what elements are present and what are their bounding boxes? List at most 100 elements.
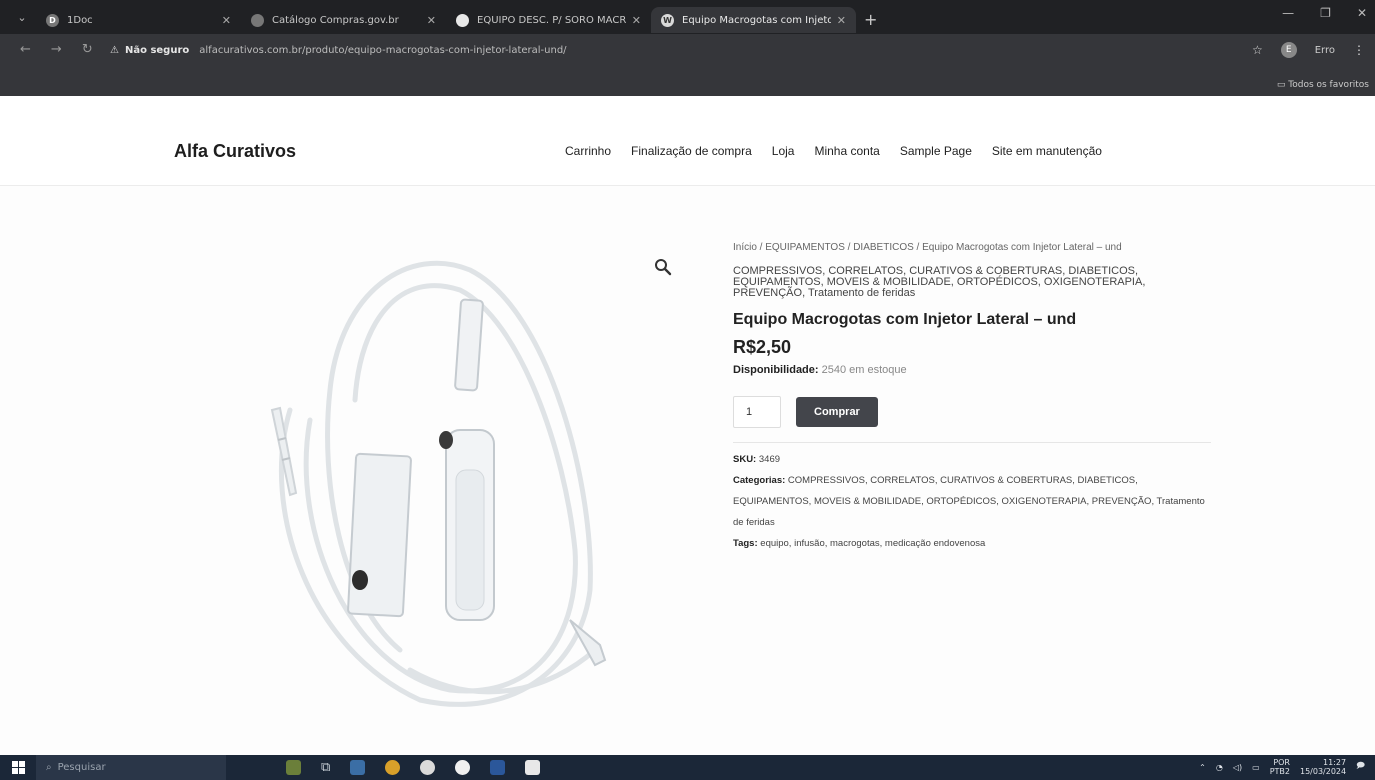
- close-tab-icon[interactable]: ✕: [632, 14, 641, 27]
- site-header: Alfa Curativos Carrinho Finalização de c…: [0, 96, 1375, 186]
- system-tray: ⌃ ◔ ◁) ▭ POR PTB2 11:27 15/03/2024 🗩: [1199, 758, 1365, 776]
- tags-row: Tags: equipo, infusão, macrogotas, medic…: [733, 533, 1213, 554]
- chrome-icon[interactable]: [420, 760, 436, 775]
- screen: ⌄ D 1Doc ✕ Catálogo Compras.gov.br ✕ EQU…: [0, 0, 1375, 780]
- tab-title: 1Doc: [67, 14, 93, 26]
- taskbar-search[interactable]: ⌕ Pesquisar: [36, 755, 226, 780]
- product-image[interactable]: [250, 250, 670, 720]
- sku-value: 3469: [758, 454, 781, 465]
- minimize-icon[interactable]: —: [1282, 6, 1294, 20]
- chevron-up-icon[interactable]: ⌃: [1199, 763, 1206, 772]
- browser-tab-2[interactable]: Catálogo Compras.gov.br ✕: [241, 7, 446, 33]
- app-icon[interactable]: [385, 760, 401, 775]
- menu-kebab-icon[interactable]: ⋮: [1353, 43, 1365, 57]
- product-price: R$2,50: [733, 337, 792, 357]
- iv-set-illustration: [270, 260, 607, 707]
- tab-favicon-icon: D: [46, 13, 59, 27]
- product-categories-list[interactable]: COMPRESSIVOS, CORRELATOS, CURATIVOS & CO…: [733, 266, 1213, 299]
- url-text[interactable]: alfacurativos.com.br/produto/equipo-macr…: [199, 45, 566, 56]
- keyboard-layout: PTB2: [1269, 767, 1290, 776]
- close-tab-icon[interactable]: ✕: [427, 14, 436, 27]
- tab-title: EQUIPO DESC. P/ SORO MACR: [477, 14, 626, 26]
- tab-title: Catálogo Compras.gov.br: [272, 14, 399, 26]
- notepad-icon[interactable]: [525, 760, 541, 775]
- main-navigation: Carrinho Finalização de compra Loja Minh…: [565, 144, 1102, 158]
- widgets-icon[interactable]: [286, 760, 301, 775]
- forward-icon[interactable]: →: [51, 42, 62, 57]
- product-meta: SKU: 3469 Categorias: COMPRESSIVOS, CORR…: [733, 449, 1213, 554]
- product-title: Equipo Macrogotas com Injetor Lateral – …: [733, 311, 1077, 328]
- site-title[interactable]: Alfa Curativos: [174, 141, 296, 162]
- clock-time: 11:27: [1323, 758, 1347, 767]
- availability-label: Disponibilidade:: [733, 364, 819, 376]
- tags-label: Tags:: [733, 538, 758, 549]
- categories-row: Categorias: COMPRESSIVOS, CORRELATOS, CU…: [733, 470, 1213, 533]
- sku-label: SKU:: [733, 454, 757, 465]
- stock-availability: Disponibilidade: 2540 em estoque: [733, 364, 1213, 376]
- breadcrumb[interactable]: Início / EQUIPAMENTOS / DIABETICOS / Equ…: [733, 238, 1213, 258]
- clock-date: 15/03/2024: [1300, 767, 1347, 776]
- word-icon[interactable]: [490, 760, 506, 775]
- nav-link-manutencao[interactable]: Site em manutenção: [992, 144, 1102, 158]
- language-code: POR: [1273, 758, 1290, 767]
- clock[interactable]: 11:27 15/03/2024: [1300, 758, 1346, 776]
- nav-link-minha-conta[interactable]: Minha conta: [814, 144, 879, 158]
- quantity-input[interactable]: [733, 396, 781, 428]
- back-icon[interactable]: ←: [20, 42, 31, 57]
- tab-favicon-icon: [251, 13, 264, 27]
- sku-row: SKU: 3469: [733, 449, 1213, 470]
- windows-taskbar: ⌕ Pesquisar ⧉ ⌃ ◔ ◁) ▭ POR PTB2 11:27 15…: [0, 755, 1375, 780]
- browser-tab-1[interactable]: D 1Doc ✕: [36, 7, 241, 33]
- close-tab-icon[interactable]: ✕: [222, 14, 231, 27]
- browser-tab-bar: ⌄ D 1Doc ✕ Catálogo Compras.gov.br ✕ EQU…: [0, 0, 1375, 34]
- network-icon[interactable]: ◔: [1216, 763, 1223, 772]
- all-bookmarks-button[interactable]: ▭ Todos os favoritos: [1277, 80, 1369, 90]
- taskbar-apps: ⧉: [286, 760, 541, 775]
- nav-link-loja[interactable]: Loja: [772, 144, 795, 158]
- tags-value[interactable]: equipo, infusão, macrogotas, medicação e…: [760, 538, 985, 549]
- explorer-icon[interactable]: [350, 760, 366, 775]
- browser-tab-active[interactable]: W Equipo Macrogotas com Injeto ✕: [651, 7, 856, 33]
- product-summary: Início / EQUIPAMENTOS / DIABETICOS / Equ…: [733, 238, 1213, 554]
- reload-icon[interactable]: ↻: [82, 42, 93, 57]
- nav-link-sample-page[interactable]: Sample Page: [900, 144, 972, 158]
- address-bar[interactable]: ⚠ Não seguro alfacurativos.com.br/produt…: [110, 39, 1240, 61]
- bookmark-star-icon[interactable]: ☆: [1252, 43, 1263, 57]
- search-placeholder: Pesquisar: [57, 762, 106, 773]
- task-view-icon[interactable]: ⧉: [321, 760, 330, 775]
- new-tab-button[interactable]: +: [864, 10, 877, 29]
- window-controls: — ❐ ✕: [1282, 6, 1367, 20]
- nav-link-carrinho[interactable]: Carrinho: [565, 144, 611, 158]
- notifications-icon[interactable]: 🗩: [1356, 760, 1365, 774]
- availability-value: 2540 em estoque: [821, 364, 907, 376]
- browser-toolbar: ← → ↻ ⚠ Não seguro alfacurativos.com.br/…: [0, 34, 1375, 96]
- divider: [733, 442, 1211, 443]
- volume-icon[interactable]: ◁): [1233, 763, 1242, 772]
- keyboard-icon[interactable]: ▭: [1252, 763, 1260, 772]
- wordpress-favicon-icon: W: [661, 13, 674, 27]
- nav-link-finalizacao[interactable]: Finalização de compra: [631, 144, 752, 158]
- tab-title: Equipo Macrogotas com Injeto: [682, 14, 831, 26]
- close-tab-icon[interactable]: ✕: [837, 14, 846, 27]
- tab-search-chevron-icon[interactable]: ⌄: [8, 11, 36, 24]
- messaging-icon[interactable]: [455, 760, 471, 775]
- language-indicator[interactable]: POR PTB2: [1270, 758, 1290, 776]
- browser-tab-3[interactable]: EQUIPO DESC. P/ SORO MACR ✕: [446, 7, 651, 33]
- categories-label: Categorias:: [733, 475, 786, 486]
- search-icon: ⌕: [46, 762, 52, 773]
- tab-favicon-icon: [456, 13, 469, 27]
- warning-icon[interactable]: ⚠: [110, 45, 119, 56]
- nav-buttons: ← → ↻: [20, 42, 93, 57]
- start-windows-icon[interactable]: [0, 761, 36, 774]
- bookmarks-label: Todos os favoritos: [1288, 80, 1369, 90]
- security-label[interactable]: Não seguro: [125, 45, 189, 56]
- error-button[interactable]: Erro: [1315, 45, 1335, 56]
- zoom-magnifier-icon[interactable]: [654, 258, 672, 276]
- add-to-cart-form: Comprar: [733, 396, 1213, 428]
- maximize-icon[interactable]: ❐: [1320, 6, 1331, 20]
- toolbar-right: ☆ E Erro ⋮: [1252, 42, 1365, 58]
- close-window-icon[interactable]: ✕: [1357, 6, 1367, 20]
- categories-value[interactable]: COMPRESSIVOS, CORRELATOS, CURATIVOS & CO…: [733, 475, 1205, 528]
- profile-avatar[interactable]: E: [1280, 42, 1297, 58]
- buy-button[interactable]: Comprar: [796, 397, 878, 427]
